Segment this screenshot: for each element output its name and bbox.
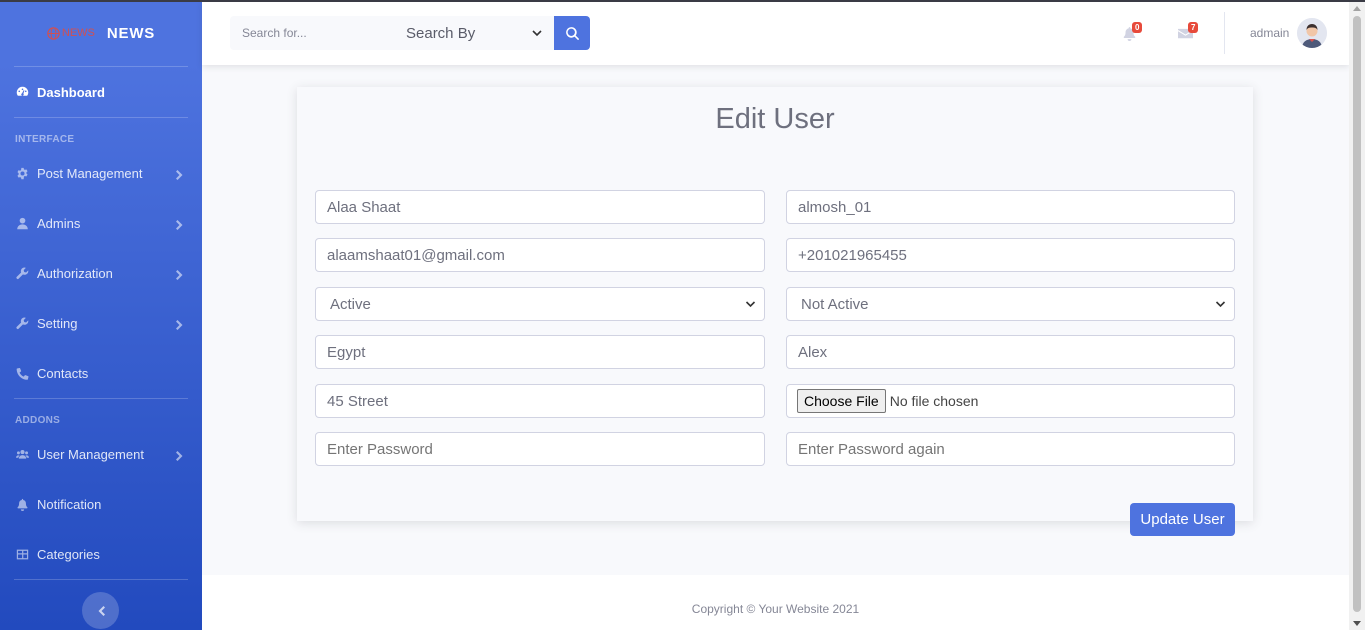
status-select-value: Active: [330, 295, 371, 313]
chevron-right-icon: [176, 449, 184, 461]
country-field[interactable]: [315, 335, 765, 369]
sidebar-item-contacts[interactable]: Contacts: [0, 348, 202, 398]
sidebar-item-notification[interactable]: Notification: [0, 479, 202, 529]
search-button[interactable]: [554, 16, 590, 50]
window-top-border: [0, 0, 1365, 2]
update-user-button[interactable]: Update User: [1130, 503, 1235, 536]
alerts-count-badge: 0: [1132, 22, 1143, 33]
sidebar-item-setting[interactable]: Setting: [0, 298, 202, 348]
avatar: [1297, 18, 1328, 48]
sidebar-item-label: Contacts: [37, 365, 89, 381]
phone-icon: [16, 367, 29, 380]
image-file-input[interactable]: Choose File No file chosen: [786, 384, 1235, 418]
street-field[interactable]: [315, 384, 765, 418]
search-by-select[interactable]: Search By: [390, 16, 554, 50]
email-status-select[interactable]: Not Active: [786, 287, 1235, 321]
sidebar-brand[interactable]: NEWS NEWS: [0, 0, 202, 66]
sidebar-item-label: Post Management: [37, 165, 143, 181]
chevron-right-icon: [176, 318, 184, 330]
copyright-text: Copyright © Your Website 2021: [691, 602, 860, 616]
wrench-icon: [16, 317, 29, 330]
sidebar-item-authorization[interactable]: Authorization: [0, 248, 202, 298]
password-confirm-field[interactable]: [786, 432, 1235, 466]
search-icon: [565, 26, 579, 40]
messages-button[interactable]: 7: [1178, 22, 1199, 42]
choose-file-button[interactable]: Choose File: [797, 389, 886, 413]
sidebar-item-user-management[interactable]: User Management: [0, 429, 202, 479]
tachometer-icon: [16, 86, 29, 99]
messages-count-badge: 7: [1188, 22, 1199, 33]
table-icon: [16, 548, 29, 561]
sidebar-item-label: Admins: [37, 215, 81, 231]
topbar: Search By 0 7 admain: [202, 2, 1349, 65]
topbar-divider: [1224, 12, 1225, 54]
bell-icon: [16, 498, 29, 511]
scroll-thumb[interactable]: [1353, 16, 1361, 612]
sidebar-heading-addons: ADDONS: [15, 415, 61, 426]
chevron-left-icon: [98, 605, 105, 616]
scroll-up-arrow[interactable]: [1353, 6, 1361, 11]
sidebar-item-label: Setting: [37, 315, 78, 331]
brand-name: NEWS: [106, 24, 156, 42]
sidebar-heading-interface: INTERFACE: [15, 134, 75, 145]
chevron-down-icon: [532, 30, 542, 37]
username-field[interactable]: [786, 190, 1235, 224]
sidebar-divider: [14, 579, 188, 580]
sidebar-item-label: Categories: [37, 546, 100, 562]
phone-field[interactable]: [786, 238, 1235, 272]
chevron-right-icon: [176, 168, 184, 180]
search-bar: Search By: [230, 16, 590, 50]
sidebar-item-categories[interactable]: Categories: [0, 529, 202, 579]
sidebar-item-dashboard[interactable]: Dashboard: [0, 67, 202, 117]
page-title: Edit User: [715, 103, 835, 135]
file-status-text: No file chosen: [889, 393, 979, 409]
scroll-down-arrow[interactable]: [1353, 621, 1361, 626]
sidebar-toggle-button[interactable]: [82, 592, 119, 629]
search-by-value: Search By: [406, 24, 476, 42]
gear-icon: [16, 167, 29, 180]
sidebar-item-admins[interactable]: Admins: [0, 198, 202, 248]
page-scrollbar[interactable]: [1349, 2, 1365, 630]
brand-logo: NEWS: [47, 26, 95, 40]
sidebar-item-label: Authorization: [37, 265, 113, 281]
alerts-button[interactable]: 0: [1122, 22, 1143, 42]
password-field[interactable]: [315, 432, 765, 466]
user-menu[interactable]: admain: [1250, 18, 1328, 48]
chevron-down-icon: [1215, 301, 1226, 308]
users-icon: [16, 448, 29, 461]
sidebar-item-label: User Management: [37, 446, 144, 462]
wrench-icon: [16, 267, 29, 280]
chevron-right-icon: [176, 218, 184, 230]
sidebar: NEWS NEWS Dashboard INTERFACE Post Manag…: [0, 0, 202, 630]
chevron-down-icon: [745, 301, 756, 308]
sidebar-item-label: Notification: [37, 496, 102, 512]
sidebar-item-label: Dashboard: [37, 84, 105, 100]
user-name: admain: [1250, 26, 1290, 40]
email-status-select-value: Not Active: [801, 295, 869, 313]
user-icon: [16, 217, 29, 230]
globe-icon: [47, 26, 60, 40]
sidebar-item-post-management[interactable]: Post Management: [0, 148, 202, 198]
brand-logo-text: NEWS: [61, 27, 95, 39]
footer: Copyright © Your Website 2021: [202, 575, 1349, 630]
search-input[interactable]: [230, 16, 390, 50]
email-field[interactable]: [315, 238, 765, 272]
chevron-right-icon: [176, 268, 184, 280]
name-field[interactable]: [315, 190, 765, 224]
status-select[interactable]: Active: [315, 287, 765, 321]
city-field[interactable]: [786, 335, 1235, 369]
